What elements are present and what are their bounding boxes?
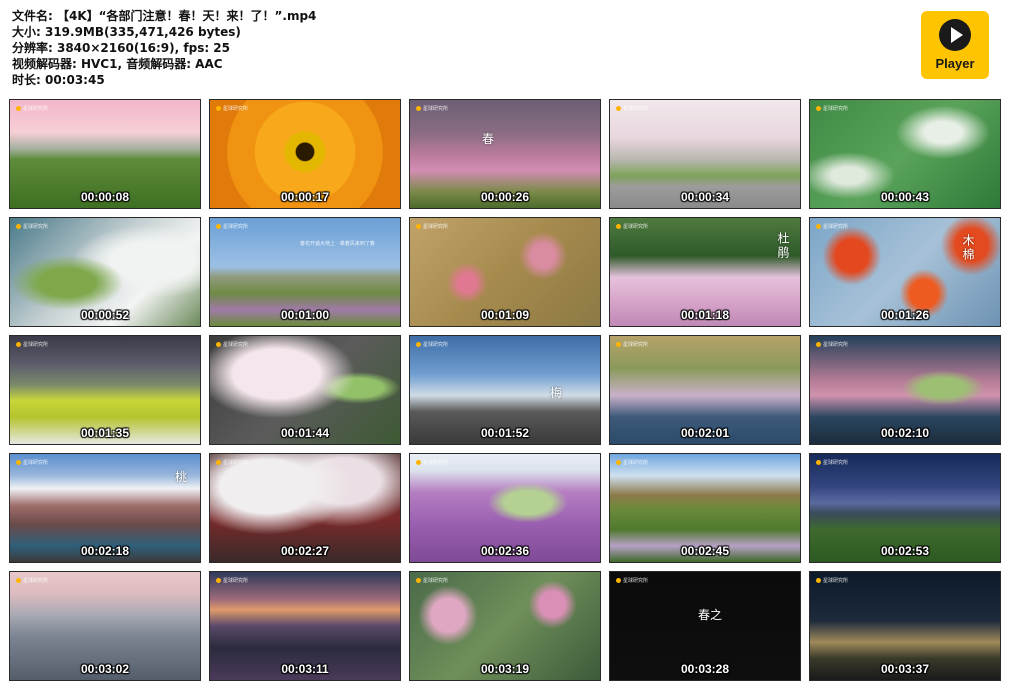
- timestamp-label: 00:01:26: [880, 308, 930, 322]
- timestamp-label: 00:01:18: [680, 308, 730, 322]
- watermark-badge: 星球研究所: [816, 459, 848, 466]
- timestamp-label: 00:02:45: [680, 544, 730, 558]
- frame-caption: 木棉: [961, 234, 975, 262]
- watermark-badge: 星球研究所: [16, 105, 48, 112]
- file-info-panel: 文件名: 【4K】“各部门注意！春！天！来！了！”.mp4 大小: 319.9M…: [12, 8, 316, 88]
- timestamp-label: 00:01:00: [280, 308, 330, 322]
- video-thumbnail[interactable]: 星球研究所 00:02:45: [609, 453, 801, 563]
- timestamp-label: 00:00:34: [680, 190, 730, 204]
- timestamp-label: 00:03:28: [680, 662, 730, 676]
- timestamp-label: 00:03:11: [281, 662, 329, 676]
- timestamp-label: 00:02:18: [80, 544, 130, 558]
- watermark-badge: 星球研究所: [16, 223, 48, 230]
- video-thumbnail[interactable]: 星球研究所梅 00:01:52: [409, 335, 601, 445]
- video-thumbnail[interactable]: 星球研究所春花开遍大地上 · 乘着风来到了春 00:01:00: [209, 217, 401, 327]
- info-resolution: 分辨率: 3840×2160(16:9), fps: 25: [12, 41, 231, 55]
- info-filename: 文件名: 【4K】“各部门注意！春！天！来！了！”.mp4: [12, 9, 317, 23]
- video-thumbnail[interactable]: 星球研究所 00:00:34: [609, 99, 801, 209]
- info-duration: 时长: 00:03:45: [12, 73, 105, 87]
- play-icon: [939, 19, 971, 51]
- timestamp-label: 00:01:09: [480, 308, 530, 322]
- timestamp-label: 00:00:26: [480, 190, 530, 204]
- video-thumbnail[interactable]: 星球研究所 00:03:02: [9, 571, 201, 681]
- timestamp-label: 00:00:17: [280, 190, 330, 204]
- video-thumbnail[interactable]: 星球研究所木棉 00:01:26: [809, 217, 1001, 327]
- video-thumbnail[interactable]: 星球研究所 00:02:10: [809, 335, 1001, 445]
- watermark-badge: 星球研究所: [216, 223, 248, 230]
- watermark-badge: 星球研究所: [416, 105, 448, 112]
- thumbnail-grid: 星球研究所 00:00:08 星球研究所 00:00:17 星球研究所春 00:00:26…: [9, 99, 1001, 681]
- video-thumbnail[interactable]: 星球研究所 00:02:36: [409, 453, 601, 563]
- timestamp-label: 00:03:37: [880, 662, 930, 676]
- video-thumbnail[interactable]: 星球研究所春 00:00:26: [409, 99, 601, 209]
- watermark-badge: 星球研究所: [16, 341, 48, 348]
- video-thumbnail[interactable]: 星球研究所春之 00:03:28: [609, 571, 801, 681]
- video-thumbnail[interactable]: 星球研究所 00:02:53: [809, 453, 1001, 563]
- player-logo: Player: [921, 11, 989, 79]
- watermark-badge: 星球研究所: [216, 459, 248, 466]
- watermark-badge: 星球研究所: [616, 459, 648, 466]
- video-thumbnail[interactable]: 星球研究所 00:03:11: [209, 571, 401, 681]
- watermark-badge: 星球研究所: [816, 223, 848, 230]
- video-thumbnail[interactable]: 星球研究所 00:01:44: [209, 335, 401, 445]
- watermark-badge: 星球研究所: [816, 341, 848, 348]
- timestamp-label: 00:02:10: [880, 426, 930, 440]
- watermark-badge: 星球研究所: [616, 341, 648, 348]
- timestamp-label: 00:01:35: [80, 426, 130, 440]
- frame-caption: 春之: [698, 608, 723, 622]
- video-thumbnail[interactable]: 星球研究所 00:02:01: [609, 335, 801, 445]
- timestamp-label: 00:02:27: [280, 544, 330, 558]
- video-thumbnail[interactable]: 星球研究所 00:01:09: [409, 217, 601, 327]
- watermark-badge: 星球研究所: [16, 459, 48, 466]
- frame-caption: 梅: [550, 386, 563, 400]
- timestamp-label: 00:01:52: [480, 426, 530, 440]
- timestamp-label: 00:02:36: [480, 544, 530, 558]
- video-thumbnail[interactable]: 星球研究所桃 00:02:18: [9, 453, 201, 563]
- timestamp-label: 00:00:08: [80, 190, 130, 204]
- watermark-badge: 星球研究所: [416, 577, 448, 584]
- watermark-badge: 星球研究所: [816, 577, 848, 584]
- watermark-badge: 星球研究所: [16, 577, 48, 584]
- watermark-badge: 星球研究所: [216, 341, 248, 348]
- frame-caption: 春: [482, 132, 495, 146]
- video-thumbnail[interactable]: 星球研究所 00:02:27: [209, 453, 401, 563]
- watermark-badge: 星球研究所: [416, 341, 448, 348]
- frame-subtitle: 春花开遍大地上 · 乘着风来到了春: [300, 241, 375, 247]
- timestamp-label: 00:03:19: [480, 662, 530, 676]
- video-thumbnail[interactable]: 星球研究所 00:00:52: [9, 217, 201, 327]
- frame-caption: 桃: [175, 470, 188, 484]
- watermark-badge: 星球研究所: [416, 223, 448, 230]
- video-thumbnail[interactable]: 星球研究所 00:03:37: [809, 571, 1001, 681]
- timestamp-label: 00:02:01: [680, 426, 730, 440]
- watermark-badge: 星球研究所: [216, 577, 248, 584]
- video-thumbnail[interactable]: 星球研究所 00:00:08: [9, 99, 201, 209]
- watermark-badge: 星球研究所: [616, 223, 648, 230]
- watermark-badge: 星球研究所: [816, 105, 848, 112]
- watermark-badge: 星球研究所: [616, 105, 648, 112]
- watermark-badge: 星球研究所: [616, 577, 648, 584]
- info-codec: 视频解码器: HVC1, 音频解码器: AAC: [12, 57, 223, 71]
- timestamp-label: 00:00:43: [880, 190, 930, 204]
- info-size: 大小: 319.9MB(335,471,426 bytes): [12, 25, 241, 39]
- watermark-badge: 星球研究所: [216, 105, 248, 112]
- watermark-badge: 星球研究所: [416, 459, 448, 466]
- video-thumbnail[interactable]: 星球研究所 00:03:19: [409, 571, 601, 681]
- video-thumbnail[interactable]: 星球研究所杜鹃 00:01:18: [609, 217, 801, 327]
- player-logo-label: Player: [935, 56, 975, 71]
- video-thumbnail[interactable]: 星球研究所 00:00:17: [209, 99, 401, 209]
- timestamp-label: 00:03:02: [80, 662, 130, 676]
- video-thumbnail[interactable]: 星球研究所 00:01:35: [9, 335, 201, 445]
- video-thumbnail[interactable]: 星球研究所 00:00:43: [809, 99, 1001, 209]
- timestamp-label: 00:02:53: [880, 544, 930, 558]
- frame-caption: 杜鹃: [776, 232, 790, 260]
- timestamp-label: 00:00:52: [80, 308, 130, 322]
- timestamp-label: 00:01:44: [280, 426, 330, 440]
